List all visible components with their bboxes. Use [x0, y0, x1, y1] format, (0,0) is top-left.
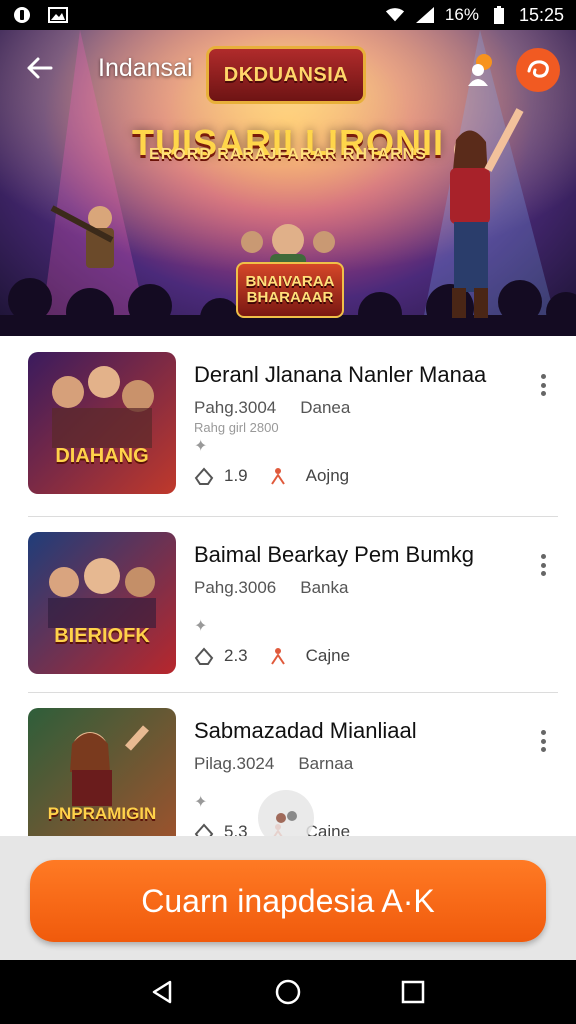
app-logo: DKDUANSIA	[206, 46, 366, 104]
wifi-icon	[385, 6, 405, 24]
person-icon	[268, 646, 288, 666]
item-title: Deranl Jlanana Nanler Manaa	[194, 362, 487, 387]
swirl-icon	[527, 60, 549, 78]
face-icon	[276, 811, 297, 823]
rating-icon	[194, 466, 214, 486]
thumbnail-text: DIAHANG	[55, 445, 149, 467]
hero-banner[interactable]: Indansai DKDUANSIA TUISARII LIRONII EROR…	[0, 30, 576, 336]
item-rating: 2.3	[224, 646, 248, 665]
app-title: Indansai	[98, 53, 193, 82]
more-options-button[interactable]	[534, 370, 552, 400]
primary-cta-button[interactable]: Cuarn inapdesia A·K	[30, 860, 546, 942]
list-item[interactable]: DIAHANG Deranl Jlanana Nanler Manaa Pahg…	[0, 336, 576, 512]
recents-nav-icon[interactable]	[393, 972, 433, 1012]
status-bar: 16% 15:25	[0, 0, 576, 30]
item-stats: 2.3 Cajne	[194, 646, 350, 666]
home-nav-icon[interactable]	[268, 972, 308, 1012]
star-icon: ✦	[194, 794, 208, 811]
thumbnail-art	[48, 558, 156, 628]
banner-subheadline: ERORD RARAJFARAR RHTARNS	[149, 146, 427, 163]
rating-icon	[194, 822, 214, 836]
arrow-left-icon	[27, 57, 53, 79]
item-thumbnail: PNPRAMIGIN	[28, 708, 176, 836]
brand-button[interactable]	[516, 48, 560, 92]
item-category: Banka	[300, 578, 349, 597]
item-tag: Cajne	[305, 646, 351, 665]
thumbnail-text: PNPRAMIGIN	[47, 804, 157, 823]
item-category: Danea	[300, 398, 351, 417]
back-nav-icon[interactable]	[143, 972, 183, 1012]
item-meta: Pahg.3006 Banka	[194, 578, 348, 598]
item-meta: Pilag.3024 Barnaa	[194, 754, 353, 774]
back-button[interactable]	[22, 51, 56, 85]
signal-icon	[415, 6, 435, 24]
item-title: Baimal Bearkay Pem Bumkg	[194, 542, 474, 567]
item-subtext: Rahg girl 2800	[194, 420, 279, 435]
item-meta: Pahg.3004 Danea	[194, 398, 350, 418]
profile-button[interactable]	[458, 48, 502, 92]
item-category: Barnaa	[298, 754, 354, 773]
item-tag: Aojng	[305, 466, 350, 485]
clock: 15:25	[518, 4, 564, 25]
content-list: DIAHANG Deranl Jlanana Nanler Manaa Pahg…	[0, 336, 576, 836]
item-thumbnail: DIAHANG	[28, 352, 176, 494]
person-icon	[268, 466, 288, 486]
battery-percent: 16%	[444, 5, 479, 24]
item-title: Sabmazadad Mianliaal	[194, 718, 417, 743]
item-stats: 1.9 Aojng	[194, 466, 349, 486]
thumbnail-text: BIERIOFK	[54, 625, 150, 647]
banner-badge: BNAIVARAA BHARAAAR	[236, 262, 344, 318]
user-chat-icon	[468, 54, 492, 86]
rating-icon	[194, 646, 214, 666]
item-date: Pahg.3006	[194, 578, 277, 597]
star-icon: ✦	[194, 438, 208, 455]
system-nav-bar	[0, 960, 576, 1024]
item-date: Pilag.3024	[194, 754, 275, 773]
item-thumbnail: BIERIOFK	[28, 532, 176, 674]
list-item[interactable]: BIERIOFK Baimal Bearkay Pem Bumkg Pahg.3…	[0, 516, 576, 692]
thumbnail-art	[52, 366, 154, 448]
item-rating: 1.9	[224, 466, 248, 485]
star-icon: ✦	[194, 618, 208, 635]
app-notification-icon	[12, 6, 32, 24]
bottom-cta-area: Cuarn inapdesia A·K	[0, 836, 576, 960]
image-icon	[48, 6, 68, 24]
more-options-button[interactable]	[534, 726, 552, 756]
more-options-button[interactable]	[534, 550, 552, 580]
battery-icon	[489, 6, 509, 24]
item-rating: 5.3	[224, 822, 248, 836]
item-date: Pahg.3004	[194, 398, 277, 417]
app-bar-actions	[458, 48, 560, 92]
